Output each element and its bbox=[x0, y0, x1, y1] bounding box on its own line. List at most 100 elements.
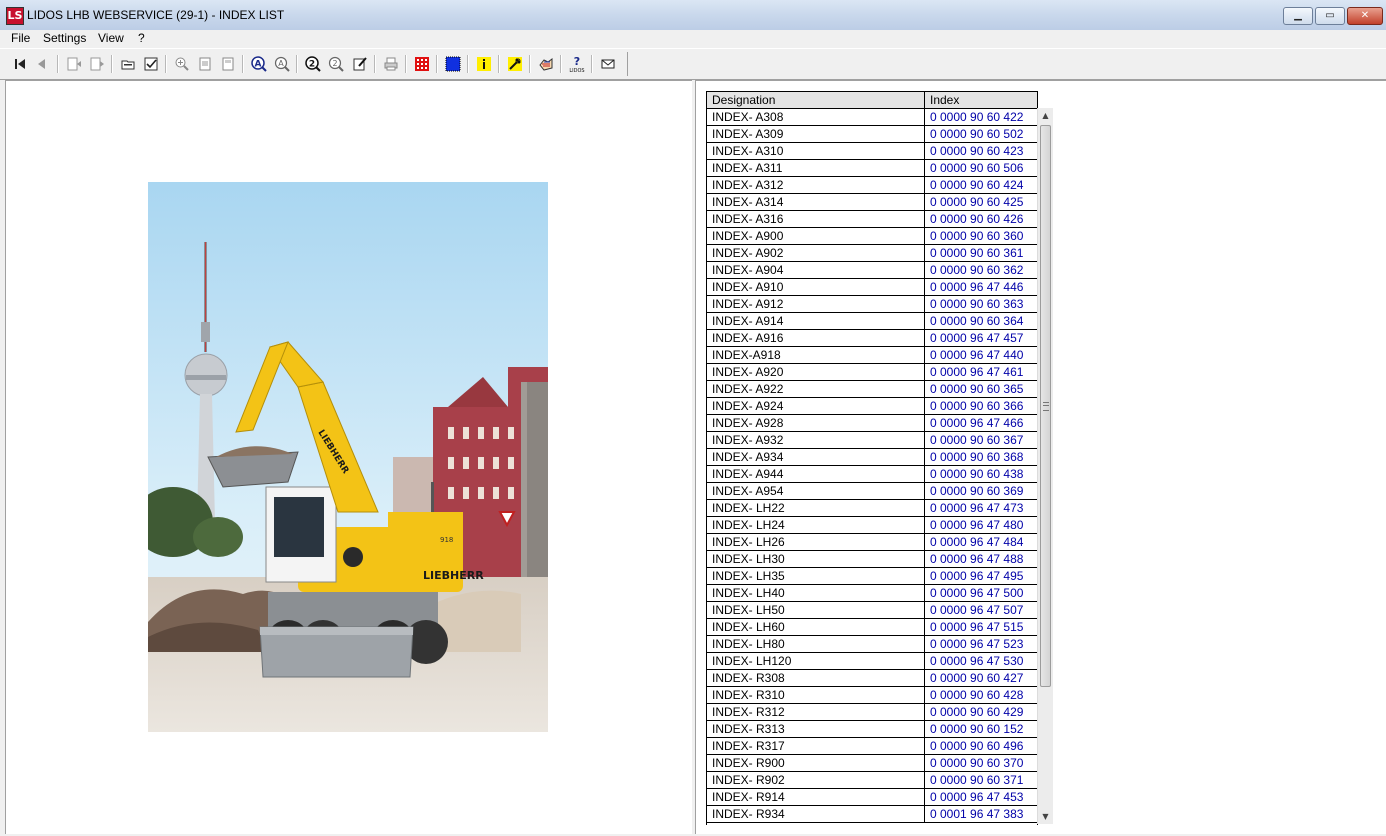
index-link[interactable]: 0 0000 90 60 496 bbox=[925, 738, 1035, 754]
designation-cell[interactable]: INDEX- R900 bbox=[707, 755, 925, 771]
title-bar[interactable]: LS LIDOS LHB WEBSERVICE (29-1) - INDEX L… bbox=[0, 0, 1386, 31]
close-button[interactable]: ✕ bbox=[1347, 7, 1383, 25]
edit-note-icon[interactable] bbox=[351, 56, 369, 72]
index-link[interactable]: 0 0000 90 60 361 bbox=[925, 245, 1035, 261]
menu-settings[interactable]: Settings bbox=[43, 31, 86, 45]
index-link[interactable]: 0 0000 96 47 457 bbox=[925, 330, 1035, 346]
scroll-up-icon[interactable]: ▲ bbox=[1038, 108, 1053, 123]
index-link[interactable]: 0 0000 90 60 371 bbox=[925, 772, 1035, 788]
forward-document-icon[interactable] bbox=[88, 56, 106, 72]
designation-cell[interactable]: INDEX- A924 bbox=[707, 398, 925, 414]
index-link[interactable]: 0 0000 90 60 366 bbox=[925, 398, 1035, 414]
designation-cell[interactable]: INDEX- R934 bbox=[707, 806, 925, 822]
index-link[interactable]: 0 0000 90 60 427 bbox=[925, 670, 1035, 686]
designation-cell[interactable]: INDEX- A922 bbox=[707, 381, 925, 397]
table-row[interactable]: INDEX- A309 0 0000 90 60 502 bbox=[707, 126, 1037, 143]
designation-cell[interactable]: INDEX- R317 bbox=[707, 738, 925, 754]
table-row[interactable]: INDEX- LH50 0 0000 96 47 507 bbox=[707, 602, 1037, 619]
mail-icon[interactable] bbox=[599, 56, 617, 72]
table-row[interactable]: INDEX- A924 0 0000 90 60 366 bbox=[707, 398, 1037, 415]
table-row[interactable]: INDEX- A912 0 0000 90 60 363 bbox=[707, 296, 1037, 313]
table-row[interactable]: INDEX- R310 0 0000 90 60 428 bbox=[707, 687, 1037, 704]
table-row[interactable]: INDEX- A934 0 0000 90 60 368 bbox=[707, 449, 1037, 466]
index-link[interactable]: 0 0000 90 60 425 bbox=[925, 194, 1035, 210]
maximize-button[interactable]: ▭ bbox=[1315, 7, 1345, 25]
index-link[interactable]: 0 0000 96 47 453 bbox=[925, 789, 1035, 805]
table-row[interactable]: INDEX- A914 0 0000 90 60 364 bbox=[707, 313, 1037, 330]
info-icon[interactable] bbox=[475, 56, 493, 72]
vertical-scrollbar[interactable]: ▲ ▼ bbox=[1037, 108, 1053, 824]
index-link[interactable]: 0 0000 90 60 364 bbox=[925, 313, 1035, 329]
search-next-icon[interactable]: A bbox=[273, 56, 291, 72]
table-row[interactable]: INDEX- A916 0 0000 96 47 457 bbox=[707, 330, 1037, 347]
index-link[interactable]: 0 0000 96 47 473 bbox=[925, 500, 1035, 516]
table-row[interactable]: INDEX-A918 0 0000 96 47 440 bbox=[707, 347, 1037, 364]
designation-cell[interactable]: INDEX- A312 bbox=[707, 177, 925, 193]
print-icon[interactable] bbox=[382, 56, 400, 72]
designation-cell[interactable]: INDEX- LH60 bbox=[707, 619, 925, 635]
designation-cell[interactable]: INDEX- A308 bbox=[707, 109, 925, 125]
table-row[interactable]: INDEX- A954 0 0000 90 60 369 bbox=[707, 483, 1037, 500]
designation-cell[interactable]: INDEX- A932 bbox=[707, 432, 925, 448]
designation-cell[interactable]: INDEX- A900 bbox=[707, 228, 925, 244]
search-a-icon[interactable]: A bbox=[250, 56, 268, 72]
designation-cell[interactable]: INDEX- A311 bbox=[707, 160, 925, 176]
designation-cell[interactable]: INDEX- A954 bbox=[707, 483, 925, 499]
table-row[interactable]: INDEX- LH26 0 0000 96 47 484 bbox=[707, 534, 1037, 551]
index-link[interactable]: 0 0000 96 47 480 bbox=[925, 517, 1035, 533]
designation-cell[interactable]: INDEX- R914 bbox=[707, 789, 925, 805]
designation-column-header[interactable]: Designation bbox=[707, 92, 925, 108]
lidos-app-icon[interactable]: LS bbox=[6, 7, 24, 25]
index-link[interactable]: 0 0000 96 47 488 bbox=[925, 551, 1035, 567]
index-link[interactable]: 0 0000 96 47 484 bbox=[925, 534, 1035, 550]
designation-cell[interactable]: INDEX- R313 bbox=[707, 721, 925, 737]
index-link[interactable]: 0 0000 90 60 506 bbox=[925, 160, 1035, 176]
designation-cell[interactable]: INDEX- A928 bbox=[707, 415, 925, 431]
menu-file[interactable]: File bbox=[11, 31, 30, 45]
index-link[interactable]: 0 0000 90 60 423 bbox=[925, 143, 1035, 159]
index-link[interactable]: 0 0000 90 60 363 bbox=[925, 296, 1035, 312]
designation-cell[interactable]: INDEX- A316 bbox=[707, 211, 925, 227]
designation-cell[interactable]: INDEX- LH22 bbox=[707, 500, 925, 516]
designation-cell[interactable]: INDEX- A904 bbox=[707, 262, 925, 278]
designation-cell[interactable]: INDEX- A914 bbox=[707, 313, 925, 329]
table-row[interactable]: INDEX- LH60 0 0000 96 47 515 bbox=[707, 619, 1037, 636]
designation-cell[interactable]: INDEX- R312 bbox=[707, 704, 925, 720]
designation-cell[interactable]: INDEX- LH24 bbox=[707, 517, 925, 533]
table-row[interactable]: INDEX- A932 0 0000 90 60 367 bbox=[707, 432, 1037, 449]
index-link[interactable]: 0 0001 96 47 383 bbox=[925, 806, 1035, 822]
lidos-help-icon[interactable]: ? LIDOS bbox=[568, 55, 586, 73]
designation-cell[interactable]: INDEX- LH35 bbox=[707, 568, 925, 584]
first-page-icon[interactable] bbox=[11, 56, 29, 72]
table-row[interactable]: INDEX- R308 0 0000 90 60 427 bbox=[707, 670, 1037, 687]
index-link[interactable]: 0 0000 96 47 466 bbox=[925, 415, 1035, 431]
table-row[interactable]: INDEX- A904 0 0000 90 60 362 bbox=[707, 262, 1037, 279]
table-row[interactable]: INDEX- R900 0 0000 90 60 370 bbox=[707, 755, 1037, 772]
scroll-down-icon[interactable]: ▼ bbox=[1038, 809, 1053, 824]
table-row[interactable]: INDEX- A311 0 0000 90 60 506 bbox=[707, 160, 1037, 177]
index-link[interactable]: 0 0000 96 47 530 bbox=[925, 653, 1035, 669]
table-row[interactable]: INDEX- LH35 0 0000 96 47 495 bbox=[707, 568, 1037, 585]
table-row[interactable]: INDEX- R312 0 0000 90 60 429 bbox=[707, 704, 1037, 721]
scroll-thumb[interactable] bbox=[1040, 125, 1051, 687]
checklist-icon[interactable] bbox=[142, 56, 160, 72]
index-link[interactable]: 0 0000 90 60 367 bbox=[925, 432, 1035, 448]
index-column-header[interactable]: Index bbox=[925, 92, 1035, 108]
open-document-icon[interactable] bbox=[119, 56, 137, 72]
index-link[interactable]: 0 0000 90 60 369 bbox=[925, 483, 1035, 499]
help-2-icon[interactable]: 2 bbox=[304, 56, 322, 72]
table-row[interactable]: INDEX- A308 0 0000 90 60 422 bbox=[707, 109, 1037, 126]
index-link[interactable]: 0 0000 90 60 426 bbox=[925, 211, 1035, 227]
index-link[interactable]: 0 0000 90 60 360 bbox=[925, 228, 1035, 244]
index-link[interactable]: 0 0000 96 47 500 bbox=[925, 585, 1035, 601]
index-link[interactable]: 0 0000 90 60 429 bbox=[925, 704, 1035, 720]
minimize-button[interactable]: ▁ bbox=[1283, 7, 1313, 25]
designation-cell[interactable]: INDEX- A310 bbox=[707, 143, 925, 159]
zoom-in-icon[interactable] bbox=[173, 56, 191, 72]
table-row[interactable]: INDEX- LH24 0 0000 96 47 480 bbox=[707, 517, 1037, 534]
table-row[interactable]: INDEX- R914 0 0000 96 47 453 bbox=[707, 789, 1037, 806]
menu-view[interactable]: View bbox=[98, 31, 124, 45]
designation-cell[interactable]: INDEX- R308 bbox=[707, 670, 925, 686]
index-link[interactable]: 0 0000 96 47 440 bbox=[925, 347, 1035, 363]
designation-cell[interactable]: INDEX- A934 bbox=[707, 449, 925, 465]
